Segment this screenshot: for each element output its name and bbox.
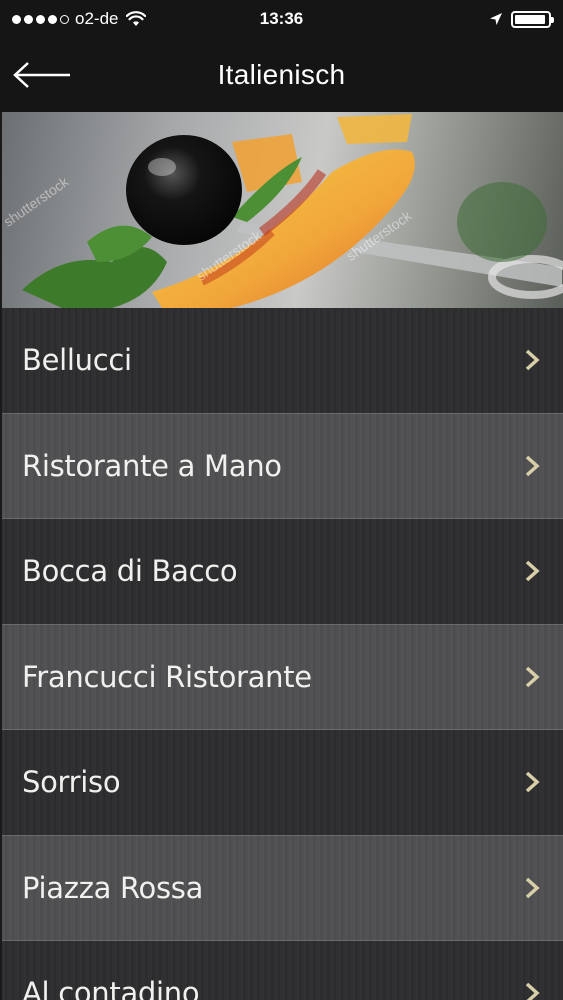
back-button[interactable] (12, 54, 74, 96)
location-arrow-icon (490, 13, 502, 25)
restaurant-name: Bellucci (22, 343, 132, 378)
list-item-bocca-di-bacco[interactable]: Bocca di Bacco (2, 519, 563, 625)
restaurant-name: Al contadino (22, 976, 200, 1000)
list-item-sorriso[interactable]: Sorriso (2, 730, 563, 836)
pasta-olive-illustration: shutterstock shutterstock shutterstock (2, 114, 563, 308)
battery-level-fill (515, 14, 546, 24)
list-item-ristorante-a-mano[interactable]: Ristorante a Mano (2, 413, 563, 519)
chevron-right-icon (525, 455, 540, 477)
chevron-right-icon (525, 666, 540, 688)
restaurant-name: Piazza Rossa (22, 870, 204, 905)
list-item-francucci-ristorante[interactable]: Francucci Ristorante (2, 624, 563, 730)
hero-image: shutterstock shutterstock shutterstock (2, 112, 563, 308)
signal-strength-icon (12, 14, 69, 24)
navigation-bar: Italienisch (0, 38, 563, 112)
restaurant-name: Francucci Ristorante (22, 659, 312, 694)
chevron-right-icon (525, 771, 540, 793)
list-item-piazza-rossa[interactable]: Piazza Rossa (2, 835, 563, 941)
restaurant-name: Ristorante a Mano (22, 448, 282, 483)
status-bar: o2-de 13:36 (0, 0, 563, 38)
wifi-icon (126, 11, 147, 26)
list-item-bellucci[interactable]: Bellucci (2, 308, 563, 414)
chevron-right-icon (525, 877, 540, 899)
carrier-name: o2-de (75, 9, 119, 28)
restaurant-list: Bellucci Ristorante a Mano Bocca di Bacc… (2, 308, 563, 1000)
restaurant-name: Bocca di Bacco (22, 554, 238, 589)
watermark-text: shutterstock (2, 173, 72, 230)
chevron-right-icon (525, 349, 540, 371)
restaurant-name: Sorriso (22, 765, 121, 800)
battery-icon (511, 10, 554, 28)
chevron-right-icon (525, 560, 540, 582)
page-title: Italienisch (217, 59, 346, 90)
arrow-left-icon (13, 62, 70, 88)
chevron-right-icon (525, 982, 540, 1000)
list-item-al-contadino[interactable]: Al contadino (2, 941, 563, 1000)
